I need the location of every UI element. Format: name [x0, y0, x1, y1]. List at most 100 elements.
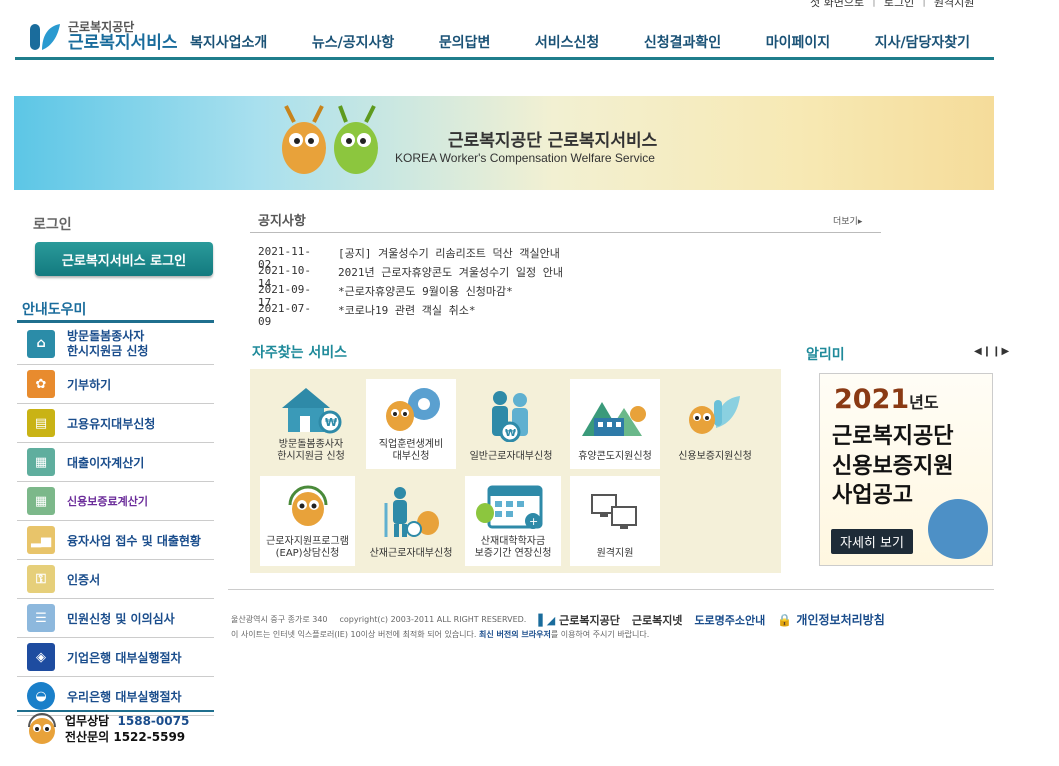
service-credit-guarantee[interactable]: 신용보증지원신청: [670, 379, 760, 469]
site-logo[interactable]: 근로복지공단 근로복지서비스: [28, 20, 177, 54]
footer-browser-note: 이 사이트는 인터넷 익스플로러(IE) 10이상 버전에 최적화 되어 있습니…: [231, 630, 650, 639]
mascot-headset-icon: [28, 713, 56, 745]
service-condo-support[interactable]: 휴양콘도지원신청: [570, 379, 660, 469]
mascot-pair-icon: [282, 105, 378, 174]
contact-info: 업무상담 1588-0075 전산문의 1522-5599: [25, 713, 189, 745]
banner-title: 근로복지공단 근로복지서비스: [448, 131, 658, 151]
main-banner: 근로복지공단 근로복지서비스 KOREA Worker's Compensati…: [14, 96, 994, 190]
guide-item-guarantee-calculator[interactable]: ▦ 신용보증료계산기: [17, 482, 214, 521]
contact-divider: [17, 710, 214, 712]
home-link[interactable]: 첫 화면으로: [810, 0, 864, 10]
latest-browser-link[interactable]: 최신 버전의 브라우저: [479, 630, 551, 639]
chart-icon: ▂▅: [27, 526, 55, 554]
clipboard-icon: ☰: [27, 604, 55, 632]
footer-privacy-link[interactable]: 🔒 개인정보처리방침: [777, 611, 884, 628]
nav-welfare-intro[interactable]: 복지사업소개: [190, 32, 267, 52]
pause-icon[interactable]: ❙❙: [983, 346, 1002, 357]
house-coin-icon: ₩: [276, 379, 346, 439]
document-icon: ▤: [27, 409, 55, 437]
svg-text:₩: ₩: [325, 416, 337, 429]
logo-mark-icon: ▌◢: [538, 613, 556, 627]
alimi-controls: ◀❙❙▶: [974, 346, 1010, 357]
utility-links: 첫 화면으로 | 로그인 | 원격지원: [810, 0, 974, 10]
footer-welfare-net-link[interactable]: 근로복지넷: [632, 612, 683, 628]
mascot-headset-icon: [273, 476, 343, 536]
notice-title: 공지사항: [258, 214, 306, 229]
service-care-worker-support[interactable]: ₩ 방문돌봄종사자 한시지원금 신청: [266, 379, 356, 469]
lock-icon: 🔒: [777, 613, 793, 627]
guide-item-loan-status[interactable]: ▂▅ 융자사업 접수 및 대출현황: [17, 521, 214, 560]
notice-more-link[interactable]: 더보기▸: [833, 214, 862, 227]
svg-text:+: +: [529, 515, 538, 528]
condo-icon: [580, 379, 650, 451]
footer-copyright: copyright(c) 2003-2011 ALL RIGHT RESERVE…: [339, 615, 527, 624]
service-worker-loan[interactable]: ₩ 일반근로자대부신청: [466, 379, 556, 469]
notice-item[interactable]: 2021-09-17 *근로자휴양콘도 9월이용 신청마감*: [258, 283, 563, 309]
login-title: 로그인: [33, 217, 72, 233]
calculator-icon: ▦: [27, 448, 55, 476]
service-remote-support[interactable]: 원격지원: [570, 476, 660, 566]
footer-org-logo: ▌◢ 근로복지공단: [538, 613, 620, 627]
next-icon[interactable]: ▶: [1001, 346, 1010, 357]
guide-item-ibk-loan[interactable]: ◈ 기업은행 대부실행절차: [17, 638, 214, 677]
guide-list: ⌂ 방문돌봄종사자 한시지원금 신청 ✿ 기부하기 ▤ 고용유지대부신청 ▦ 대출…: [17, 323, 214, 716]
people-coin-icon: ₩: [476, 379, 546, 451]
main-nav: 복지사업소개 뉴스/공지사항 문의답변 서비스신청 신청결과확인 마이페이지 지…: [190, 32, 970, 52]
contact-phone-2: 1522-5599: [113, 730, 186, 745]
crutch-icon: [376, 476, 446, 548]
alimi-title: 알리미: [806, 347, 845, 363]
guide-item-donate[interactable]: ✿ 기부하기: [17, 365, 214, 404]
service-injured-worker-loan[interactable]: 산재근로자대부신청: [366, 476, 456, 566]
service-eap-counseling[interactable]: 근로자지원프로그램 (EAP)상담신청: [260, 476, 355, 566]
login-button[interactable]: 근로복지서비스 로그인: [35, 242, 213, 276]
login-link[interactable]: 로그인: [884, 0, 914, 10]
service-training-loan[interactable]: 직업훈련생계비 대부신청: [366, 379, 456, 469]
house-icon: ⌂: [27, 329, 55, 358]
nav-divider: [15, 57, 994, 60]
service-tuition-guarantee-extension[interactable]: + 산재대학학자금 보증기간 연장신청: [465, 476, 561, 566]
nav-qna[interactable]: 문의답변: [439, 32, 491, 52]
key-icon: ⚿: [27, 565, 55, 593]
alimi-banner-credit-guarantee[interactable]: 2021년도 근로복지공단 신용보증지원 사업공고 자세히 보기: [819, 373, 993, 566]
logo-service: 근로복지서비스: [68, 33, 178, 54]
nav-result[interactable]: 신청결과확인: [644, 32, 721, 52]
guide-item-civil-petition[interactable]: ☰ 민원신청 및 이의심사: [17, 599, 214, 638]
notice-list: 2021-11-02 [공지] 겨울성수기 리솜리조트 덕산 객실안내 2021-…: [258, 245, 563, 328]
guide-item-employment-loan[interactable]: ▤ 고용유지대부신청: [17, 404, 214, 443]
remote-support-link[interactable]: 원격지원: [934, 0, 974, 10]
notice-item[interactable]: 2021-07-09 *코로나19 관련 객실 취소*: [258, 302, 563, 328]
woori-logo-icon: ◒: [27, 682, 55, 710]
footer-address: 울산광역시 중구 종가로 340: [231, 615, 328, 624]
services-title: 자주찾는 서비스: [252, 345, 348, 361]
services-panel: ₩ 방문돌봄종사자 한시지원금 신청 직업훈련생계비 대부신청 ₩ 일반근로자대부신…: [250, 369, 781, 573]
svg-text:₩: ₩: [505, 428, 516, 439]
mascot-logo-icon: [680, 379, 750, 451]
nav-branch[interactable]: 지사/담당자찾기: [875, 32, 970, 52]
nav-service-apply[interactable]: 서비스신청: [535, 32, 599, 52]
guide-item-interest-calculator[interactable]: ▦ 대출이자계산기: [17, 443, 214, 482]
footer-road-address-link[interactable]: 도로명주소안내: [694, 612, 765, 628]
footer-divider: [228, 589, 994, 590]
calculator-icon: ▦: [27, 487, 55, 515]
monitor-icon: [580, 476, 650, 548]
ibk-logo-icon: ◈: [27, 643, 55, 671]
arrow-right-icon: ▸: [857, 217, 863, 227]
alimi-year: 2021: [834, 384, 910, 415]
notice-divider: [250, 232, 881, 233]
banner-subtitle: KOREA Worker's Compensation Welfare Serv…: [395, 151, 655, 165]
contact-phone-1: 1588-0075: [117, 714, 190, 728]
nav-news[interactable]: 뉴스/공지사항: [312, 32, 394, 52]
magnifier-icon: [928, 499, 988, 559]
footer-info: 울산광역시 중구 종가로 340 copyright(c) 2003-2011 …: [231, 611, 885, 628]
mascot-gear-icon: [376, 379, 446, 439]
prev-icon[interactable]: ◀: [974, 346, 983, 357]
guide-item-certificate[interactable]: ⚿ 인증서: [17, 560, 214, 599]
gift-icon: ✿: [27, 370, 55, 398]
guide-item-care-worker-support[interactable]: ⌂ 방문돌봄종사자 한시지원금 신청: [17, 323, 214, 365]
notice-item[interactable]: 2021-10-14 2021년 근로자휴양콘도 겨울성수기 일정 안내: [258, 264, 563, 290]
nav-mypage[interactable]: 마이페이지: [766, 32, 830, 52]
alimi-detail-button[interactable]: 자세히 보기: [831, 529, 913, 554]
logo-mark-icon: [30, 24, 60, 50]
notice-item[interactable]: 2021-11-02 [공지] 겨울성수기 리솜리조트 덕산 객실안내: [258, 245, 563, 271]
guide-title: 안내도우미: [22, 302, 87, 318]
